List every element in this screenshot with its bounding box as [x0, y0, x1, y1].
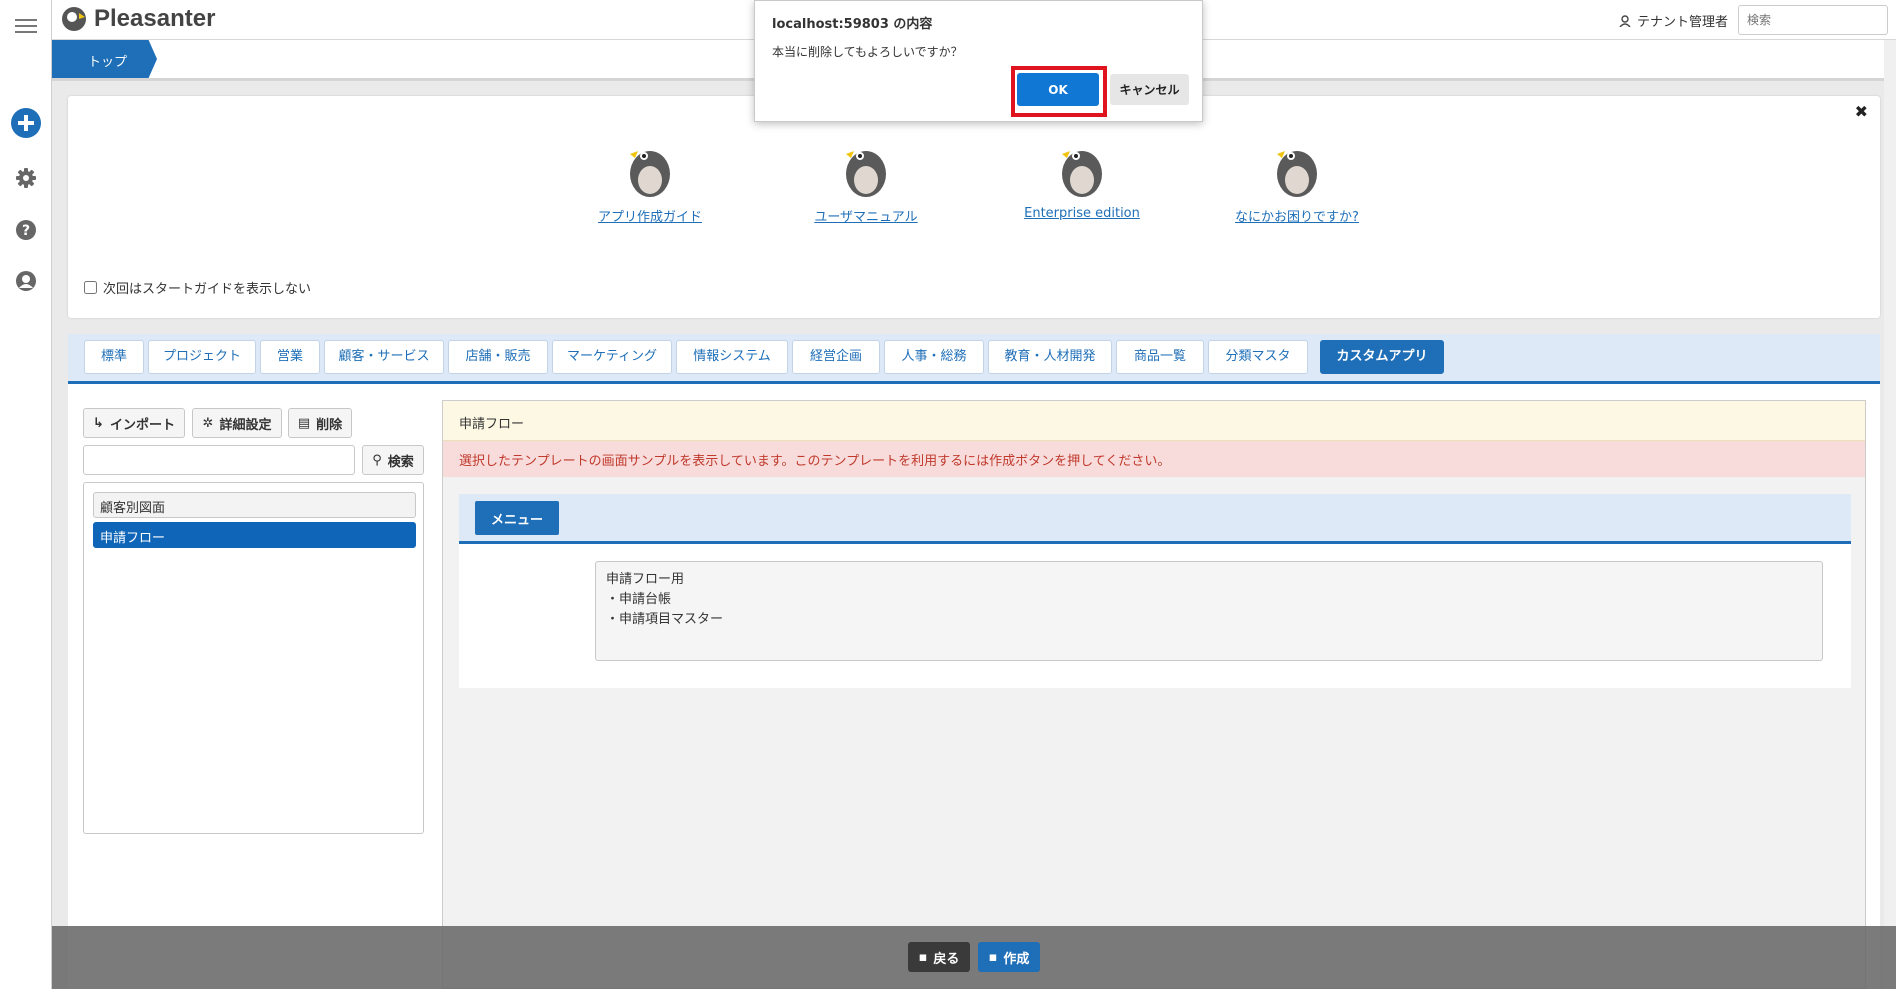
tab-hr-general[interactable]: 人事・総務 — [884, 340, 984, 374]
user-icon[interactable] — [10, 265, 42, 297]
footer-bar: ▪ 戻る ▪ 作成 — [52, 926, 1896, 989]
back-label: 戻る — [933, 951, 960, 967]
import-button[interactable]: ↳ インポート — [83, 408, 185, 438]
description-field: 申請フロー用 ・申請台帳 ・申請項目マスター — [595, 561, 1823, 661]
template-item-selected[interactable]: 申請フロー — [93, 522, 416, 548]
template-list: 顧客別図面 申請フロー — [83, 482, 424, 834]
preview-tab-bar: メニュー — [459, 494, 1851, 544]
gear-icon[interactable] — [10, 162, 42, 194]
guide-item-help[interactable]: なにかお困りですか? — [1227, 138, 1367, 225]
import-icon: ↳ — [93, 415, 104, 431]
preview-message: 選択したテンプレートの画面サンプルを表示しています。このテンプレートを利用するに… — [443, 441, 1865, 477]
tab-customer-service[interactable]: 顧客・サービス — [324, 340, 444, 374]
guide-item-user-manual[interactable]: ユーザマニュアル — [796, 138, 936, 225]
dialog-message: 本当に削除してもよろしいですか？ — [772, 45, 963, 59]
falcon-mascot-icon — [630, 151, 670, 197]
falcon-logo-icon — [62, 7, 86, 31]
ok-button[interactable]: OK — [1017, 73, 1099, 106]
guide-link-user-manual[interactable]: ユーザマニュアル — [796, 206, 936, 225]
template-preview: 申請フロー 選択したテンプレートの画面サンプルを表示しています。このテンプレート… — [442, 400, 1866, 989]
user-small-icon — [1619, 14, 1631, 27]
breadcrumb-top[interactable]: トップ — [52, 40, 157, 78]
trash-icon: ▤ — [297, 415, 311, 431]
tab-product-list[interactable]: 商品一覧 — [1116, 340, 1204, 374]
description-line: ・申請台帳 — [606, 592, 672, 607]
hamburger-icon[interactable] — [10, 10, 42, 42]
help-icon[interactable]: ? — [10, 214, 42, 246]
logo-text: Pleasanter — [94, 5, 216, 32]
user-name: テナント管理者 — [1636, 15, 1728, 30]
cancel-button[interactable]: キャンセル — [1110, 74, 1189, 105]
tab-information-system[interactable]: 情報システム — [676, 340, 788, 374]
confirm-dialog: localhost:59803 の内容 本当に削除してもよろしいですか？ OK … — [754, 0, 1203, 122]
template-search-button[interactable]: ⚲ 検索 — [362, 445, 424, 475]
tab-custom-app[interactable]: カスタムアプリ — [1320, 340, 1444, 374]
dialog-title: localhost:59803 の内容 — [772, 17, 933, 32]
preview-title: 申請フロー — [443, 401, 1865, 441]
guide-item-enterprise[interactable]: Enterprise edition — [1012, 138, 1152, 221]
gear-small-icon: ✲ — [202, 415, 214, 431]
user-menu[interactable]: テナント管理者 — [1619, 11, 1728, 30]
add-icon[interactable] — [10, 107, 42, 139]
tab-education[interactable]: 教育・人材開発 — [988, 340, 1112, 374]
detail-settings-button[interactable]: ✲ 詳細設定 — [192, 408, 282, 438]
falcon-mascot-icon — [1277, 151, 1317, 197]
import-label: インポート — [109, 417, 175, 433]
description-line: 申請フロー用 — [606, 572, 685, 587]
preview-menu-tab[interactable]: メニュー — [475, 501, 559, 535]
preview-card: メニュー 説明 申請フロー用 ・申請台帳 ・申請項目マスター — [459, 494, 1851, 688]
start-guide: アプリ作成ガイド ユーザマニュアル Enterprise edition なにか… — [68, 96, 1880, 318]
guide-link-help[interactable]: なにかお困りですか? — [1227, 206, 1367, 225]
falcon-mascot-icon — [1062, 151, 1102, 197]
svg-text:?: ? — [22, 223, 30, 239]
tab-store-sales[interactable]: 店舗・販売 — [448, 340, 548, 374]
dont-show-checkbox-row[interactable]: 次回はスタートガイドを表示しない — [84, 278, 311, 297]
tab-project[interactable]: プロジェクト — [148, 340, 256, 374]
tab-standard[interactable]: 標準 — [84, 340, 144, 374]
guide-link-app-guide[interactable]: アプリ作成ガイド — [580, 206, 720, 225]
close-icon[interactable]: ✖ — [1855, 102, 1868, 121]
guide-item-app-guide[interactable]: アプリ作成ガイド — [580, 138, 720, 225]
save-icon: ▪ — [988, 949, 998, 965]
dont-show-checkbox[interactable] — [84, 281, 97, 294]
tab-category-master[interactable]: 分類マスタ — [1208, 340, 1308, 374]
tab-sales[interactable]: 営業 — [260, 340, 320, 374]
search-icon: ⚲ — [372, 452, 382, 468]
dont-show-label: 次回はスタートガイドを表示しない — [103, 282, 312, 297]
tab-marketing[interactable]: マーケティング — [552, 340, 672, 374]
create-button[interactable]: ▪ 作成 — [978, 942, 1040, 972]
tab-management-planning[interactable]: 経営企画 — [792, 340, 880, 374]
create-label: 作成 — [1003, 951, 1030, 967]
template-item[interactable]: 顧客別図面 — [93, 492, 416, 518]
description-line: ・申請項目マスター — [606, 612, 724, 627]
sidebar: ? — [0, 0, 52, 989]
header-search-input[interactable] — [1738, 5, 1888, 35]
logo[interactable]: Pleasanter — [60, 5, 215, 33]
falcon-mascot-icon — [846, 151, 886, 197]
delete-label: 削除 — [316, 417, 343, 433]
back-button[interactable]: ▪ 戻る — [908, 942, 970, 972]
scrollbar[interactable] — [1884, 40, 1896, 989]
detail-settings-label: 詳細設定 — [219, 417, 272, 433]
delete-button[interactable]: ▤ 削除 — [288, 408, 352, 438]
guide-link-enterprise[interactable]: Enterprise edition — [1012, 206, 1152, 221]
template-search-input[interactable] — [83, 445, 355, 475]
back-icon: ▪ — [918, 949, 928, 965]
category-tab-bar: 標準 プロジェクト 営業 顧客・サービス 店舗・販売 マーケティング 情報システ… — [68, 334, 1880, 384]
template-search-label: 検索 — [387, 454, 414, 470]
